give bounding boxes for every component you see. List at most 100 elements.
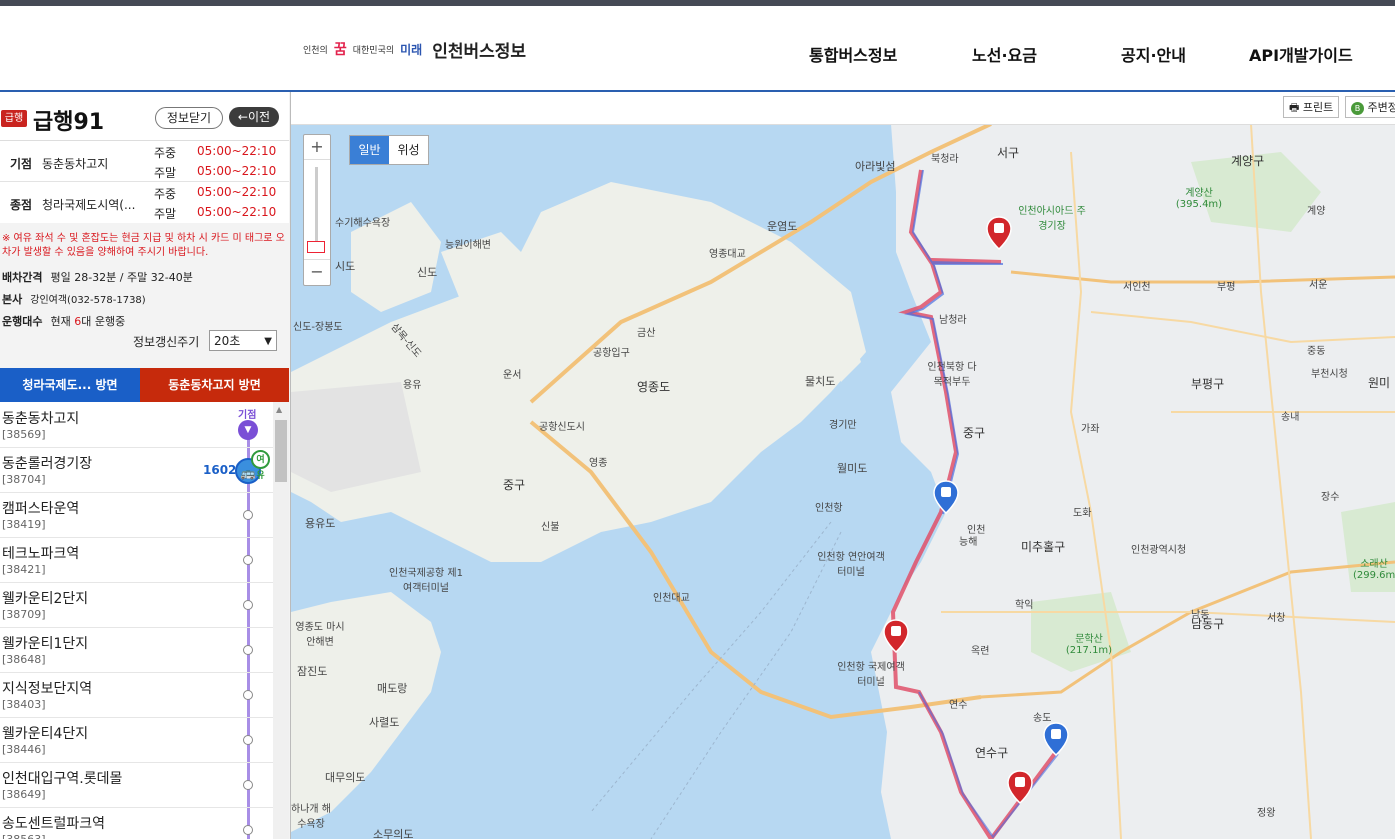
refresh-interval-select[interactable]: 20초 ▼ [209,330,277,351]
list-item[interactable]: 테크노파크역 [38421] [0,537,273,583]
route-panel: 급행 급행91 정보닫기 ←이전 기점 동춘동차고지 주중 05:00~22:1… [0,92,291,839]
weekend-label: 주말 [154,207,177,221]
stop-name: 웰카운티1단지 [2,636,89,652]
stop-dot [243,645,253,655]
map-label: 물치도 [805,375,836,388]
terminal-info: 기점 동춘동차고지 주중 05:00~22:10 주말 05:00~22:10 … [0,141,289,223]
nearby-stops-button[interactable]: B 주변정 [1345,96,1395,118]
map-label: 연수구 [975,746,1009,760]
print-label: 프린트 [1302,101,1334,114]
map-view[interactable]: 🖶 프린트 B 주변정 + − 일반 위성 서구 계양구 부평구 중구 중구 미… [291,92,1395,839]
back-button[interactable]: ←이전 [229,107,279,127]
nav-api-guide[interactable]: API개발가이드 [1249,42,1353,66]
zoom-handle[interactable] [307,241,325,253]
map-label: 서구 [997,146,1020,160]
map-type-toggle: 일반 위성 [349,135,429,165]
list-item[interactable]: 동춘동차고지 [38569] [0,402,273,448]
tab-direction-cheongna[interactable]: 청라국제도... 방면 [0,368,140,402]
direction-tabs: 청라국제도... 방면 동춘동차고지 방면 [0,368,289,402]
origin-row: 기점 동춘동차고지 주중 05:00~22:10 주말 05:00~22:10 [0,141,289,181]
stop-list-scrollbar[interactable]: ▲ [273,402,289,839]
map-label: 용유도 [305,517,336,530]
destination-label: 종점 [10,198,33,212]
map-label: 공항입구 [593,348,630,359]
map-type-normal[interactable]: 일반 [350,136,389,164]
printer-icon: 🖶 [1289,101,1303,114]
start-label: 기점 [238,410,257,421]
map-label: 학익 [1015,600,1034,611]
stop-dot [243,690,253,700]
route-title: 급행91 [33,110,105,135]
print-button[interactable]: 🖶 프린트 [1283,96,1340,118]
tab-direction-dongchun[interactable]: 동춘동차고지 방면 [140,368,289,402]
stop-name: 웰카운티4단지 [2,726,89,742]
zoom-control: + − [303,134,331,286]
stop-id: [38446] [2,743,46,756]
map-label: 도화 [1073,508,1092,519]
list-item[interactable]: 웰카운티2단지 [38709] [0,582,273,628]
origin-weekend-time: 05:00~22:10 [197,164,277,178]
map-label: 하나개 해수욕장 [291,804,331,830]
map-label: 수기해수욕장 [335,218,391,229]
nav-notices[interactable]: 공지·안내 [1121,42,1186,66]
red-bus-marker-icon[interactable] [883,619,909,653]
scrollbar-thumb[interactable] [275,420,287,482]
operation-suffix: 대 운행중 [81,315,126,328]
bus-number[interactable]: 1602 [203,463,236,477]
map-label: 중구 [963,426,986,440]
red-bus-marker-icon[interactable] [1007,770,1033,804]
map-label: 원미 [1368,376,1391,390]
company-value: 강인여객(032-578-1738) [30,295,146,306]
operation-info: 운행대수 현재 6대 운행중 [2,313,125,329]
destination-row: 종점 청라국제도시역(... 주중 05:00~22:10 주말 05:00~2… [0,182,289,222]
route-header: 급행 급행91 정보닫기 ←이전 [0,92,289,141]
map-label: 공항신도시 [539,422,585,433]
stop-dot [243,510,253,520]
main-nav: 통합버스정보 노선·요금 공지·안내 API개발가이드 [0,42,1395,66]
blue-bus-marker-icon[interactable] [1043,722,1069,756]
stop-name: 웰카운티2단지 [2,591,89,607]
list-item[interactable]: 지식정보단지역 [38403] [0,672,273,718]
nav-integrated-bus-info[interactable]: 통합버스정보 [809,42,897,66]
list-item[interactable]: 인천대입구역.롯데몰 [38649] [0,762,273,808]
map-label: 남동 [1191,610,1210,621]
map-label: 사렬도 [369,716,400,729]
zoom-out-button[interactable]: − [304,259,330,284]
map-label: 소무의도 [373,828,414,839]
map-label: 영종 [589,458,608,469]
list-item[interactable]: 송도센트럴파크역[38563] [0,807,273,839]
origin-label: 기점 [10,157,33,171]
site-header: 인천의 꿈 대한민국의 미래 인천버스정보 통합버스정보 노선·요금 공지·안내… [0,6,1395,92]
company-label: 본사 [2,293,23,306]
map-label: 부천시청 [1311,369,1348,380]
company-info: 본사 강인여객(032-578-1738) [2,291,146,307]
origin-weekday-time: 05:00~22:10 [197,144,277,158]
stop-dot [243,825,253,835]
destination-name: 청라국제도시역(... [42,198,136,212]
map-label: 능원이해변 [445,240,491,251]
zoom-in-button[interactable]: + [304,135,330,160]
red-bus-marker-icon[interactable] [986,216,1012,250]
refresh-interval-value: 20초 [214,334,241,348]
list-item[interactable]: 웰카운티4단지 [38446] [0,717,273,763]
map-label: 계양산 (395.4m) [1175,188,1223,210]
chevron-down-icon: ▼ [264,336,272,347]
stop-name: 캠퍼스타운역 [2,501,80,517]
list-item[interactable]: 웰카운티1단지 [38648] [0,627,273,673]
stop-dot [243,600,253,610]
list-item[interactable]: 캠퍼스타운역 [38419] [0,492,273,538]
map-label: 인천국제공항 제1여객터미널 [389,568,463,594]
scroll-up-icon[interactable]: ▲ [276,405,282,414]
blue-bus-marker-icon[interactable] [933,480,959,514]
refresh-label: 정보갱신주기 [133,335,200,349]
map-type-satellite[interactable]: 위성 [389,136,428,164]
map-label: 서인천 [1123,282,1151,293]
nav-routes-fares[interactable]: 노선·요금 [972,42,1037,66]
close-info-button[interactable]: 정보닫기 [155,107,223,129]
map-label: 영종도 마시안해변 [295,622,345,648]
stop-name: 동춘동차고지 [2,411,80,427]
stop-name: 테크노파크역 [2,546,80,562]
map-label: 미추홀구 [1021,540,1066,554]
origin-name: 동춘동차고지 [42,157,109,171]
map-label: 장수 [1321,492,1340,503]
